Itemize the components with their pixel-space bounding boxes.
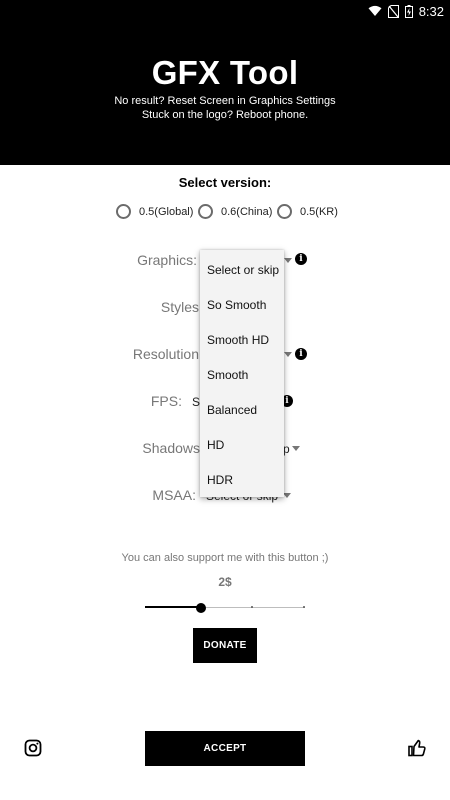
radio-circle[interactable] xyxy=(116,204,131,219)
shadows-dropdown-caret[interactable] xyxy=(292,446,300,451)
radio-label: 0.5(Global) xyxy=(139,205,194,218)
radio-global[interactable]: 0.5(Global) xyxy=(116,204,193,219)
msaa-label: MSAA: xyxy=(152,487,196,503)
radio-circle[interactable] xyxy=(198,204,213,219)
graphics-dropdown-caret[interactable] xyxy=(284,258,292,263)
radio-china[interactable]: 0.6(China) xyxy=(198,204,272,219)
donation-slider[interactable] xyxy=(145,603,305,613)
wifi-icon xyxy=(368,5,382,16)
dropdown-item[interactable]: Balanced xyxy=(207,403,257,417)
accept-button[interactable]: ACCEPT xyxy=(145,731,305,766)
fps-label: FPS: xyxy=(150,393,182,409)
shadows-label: Shadows xyxy=(142,440,200,456)
status-time: 8:32 xyxy=(418,3,444,19)
shadows-select[interactable]: p xyxy=(283,442,290,456)
support-text: You can also support me with this button… xyxy=(121,552,329,564)
resolution-info-icon[interactable]: i xyxy=(295,348,307,360)
dropdown-item[interactable]: Smooth xyxy=(207,368,248,382)
slider-tick xyxy=(303,606,305,608)
status-bar: 8:32 xyxy=(368,0,450,22)
subtitle-reboot: Stuck on the logo? Reboot phone. xyxy=(141,109,309,121)
subtitle-reset: No result? Reset Screen in Graphics Sett… xyxy=(114,95,336,107)
graphics-label: Graphics: xyxy=(137,252,197,268)
radio-circle[interactable] xyxy=(277,204,292,219)
dropdown-item[interactable]: HDR xyxy=(207,473,233,487)
styles-label: Styles xyxy=(160,299,199,315)
app-title: GFX Tool xyxy=(151,54,299,91)
dropdown-item[interactable]: HD xyxy=(207,438,224,452)
header: 8:32 GFX Tool No result? Reset Screen in… xyxy=(0,0,450,165)
dropdown-item[interactable]: So Smooth xyxy=(207,298,266,312)
msaa-dropdown-caret[interactable] xyxy=(283,493,291,498)
select-version-heading: Select version: xyxy=(178,175,272,190)
radio-kr[interactable]: 0.5(KR) xyxy=(277,204,338,219)
radio-label: 0.5(KR) xyxy=(300,205,338,218)
resolution-label: Resolution xyxy=(132,346,199,362)
slider-thumb[interactable] xyxy=(196,603,206,613)
no-sim-icon xyxy=(387,4,399,18)
graphics-info-icon[interactable]: i xyxy=(295,253,307,265)
dropdown-item[interactable]: Select or skip xyxy=(207,263,279,277)
slider-fill xyxy=(145,606,201,608)
instagram-icon[interactable] xyxy=(24,739,42,757)
graphics-dropdown-menu: Select or skip So Smooth Smooth HD Smoot… xyxy=(200,250,284,497)
slider-tick xyxy=(250,606,253,608)
donation-amount: 2$ xyxy=(218,575,232,589)
battery-charging-icon xyxy=(404,4,413,18)
resolution-dropdown-caret[interactable] xyxy=(284,352,292,357)
radio-label: 0.6(China) xyxy=(221,205,273,218)
dropdown-item[interactable]: Smooth HD xyxy=(207,333,269,347)
donate-button[interactable]: DONATE xyxy=(193,628,257,663)
thumbs-up-icon[interactable] xyxy=(408,739,426,757)
